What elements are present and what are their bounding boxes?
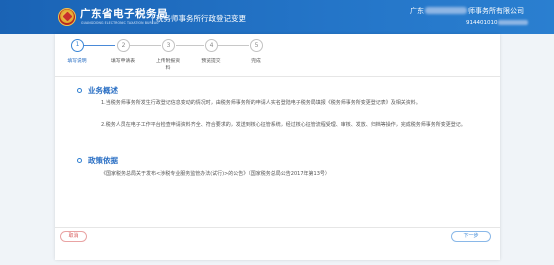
company-name-prefix: 广东 [410,7,424,15]
step-1-indicator: 1 [71,39,84,52]
step-connector [130,45,161,46]
bureau-name: 广东省电子税务局 [80,8,168,20]
section-bullet-icon [77,88,82,93]
step-connector [84,45,115,46]
step-connector [218,45,249,46]
top-header: 广东省电子税务局 GUANGDONG ELECTRONIC TAXATION B… [0,0,554,34]
step-2-indicator: 2 [117,39,130,52]
step-connector [176,45,204,46]
overview-paragraph-1: 1.当税务师事务所发生行政登记信息变动的情况时，由税务师事务所的申请人实名登陆电… [101,100,421,106]
company-name-suffix: 师事务所有限公司 [468,7,524,15]
taxpayer-id: 914401010 [466,20,528,26]
step-4-label: 预览提交 [201,59,221,64]
step-5-indicator: 5 [250,39,263,52]
bureau-english-name: GUANGDONG ELECTRONIC TAXATION BUREAU [81,21,159,25]
page-title: 税务师事务所行政登记变更 [156,14,246,23]
step-3-label: 上传附报资料 [156,59,180,71]
overview-title: 业务概述 [88,86,118,95]
company-name: 广东 师事务所有限公司 [410,6,524,16]
card-divider [55,76,500,77]
step-2-label: 填写申请表 [111,59,135,64]
footer-divider [55,227,500,228]
redacted-text [425,7,467,14]
policy-basis-title: 政策依据 [88,156,118,165]
step-1-label: 填写说明 [67,59,87,64]
taxpayer-id-prefix: 914401010 [466,20,498,26]
next-step-button[interactable]: 下一步 [451,231,491,242]
tax-emblem-icon [58,8,76,26]
step-3-indicator: 3 [162,39,175,52]
policy-basis-paragraph: 《国家税务总局关于发布<涉税专业服务监管办法(试行)>的公告》（国家税务总局公告… [101,171,330,177]
step-5-label: 完成 [251,59,261,64]
overview-paragraph-2: 2.税务人员在电子工作平台检查申请资料齐全、符合要求的，发送到核心征管系统，经过… [101,122,466,128]
header-divider [152,12,153,24]
section-bullet-icon [77,158,82,163]
redacted-text [497,20,528,25]
step-4-indicator: 4 [205,39,218,52]
cancel-button[interactable]: 取消 [60,231,87,242]
